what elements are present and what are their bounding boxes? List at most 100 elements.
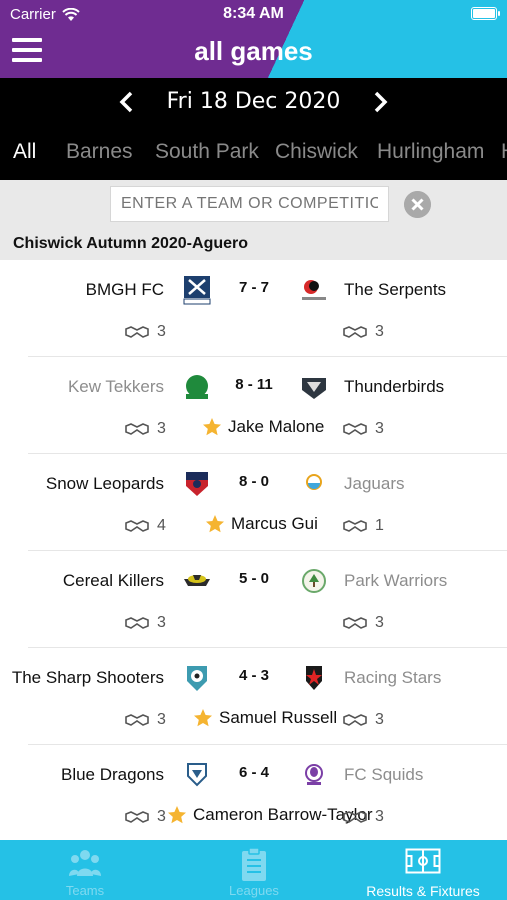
handshake-value: 3 xyxy=(157,614,166,631)
home-handshake-count: 3 xyxy=(125,420,166,438)
mvp-name: Marcus Gui xyxy=(231,514,318,533)
kew-tekkers-crest-icon xyxy=(186,375,208,399)
handshake-icon xyxy=(125,326,149,338)
away-team: The Serpents xyxy=(344,280,447,299)
star-icon xyxy=(206,515,224,533)
handshake-icon xyxy=(125,714,149,726)
score: 8 - 0 xyxy=(238,473,269,490)
page-title: all games xyxy=(194,36,313,66)
handshake-value: 3 xyxy=(157,808,166,825)
handshake-icon xyxy=(125,811,149,823)
handshake-icon xyxy=(343,617,367,629)
home-handshake-count: 3 xyxy=(125,711,166,729)
bottom-tab-bar: Teams Leagues Results & Fixtures xyxy=(0,840,507,900)
tab-barnes[interactable]: Barnes xyxy=(66,140,133,164)
home-team: Snow Leopards xyxy=(45,474,164,493)
serpents-crest-icon xyxy=(302,280,326,300)
score: 6 - 4 xyxy=(238,764,269,781)
home-team: Cereal Killers xyxy=(62,571,164,590)
score: 5 - 0 xyxy=(238,570,269,587)
match-row[interactable]: The Sharp Shooters 4 - 3 Racing Stars 3 … xyxy=(0,648,507,745)
thunderbirds-crest-icon xyxy=(302,378,326,399)
status-bar: Carrier 8:34 AM xyxy=(0,0,507,28)
away-handshake-count: 3 xyxy=(343,614,384,632)
jaguars-crest-icon xyxy=(306,474,322,490)
handshake-value: 3 xyxy=(375,711,384,728)
home-team: Kew Tekkers xyxy=(67,377,164,396)
star-icon xyxy=(168,806,186,824)
cereal-killers-crest-icon xyxy=(184,575,210,586)
home-team: The Sharp Shooters xyxy=(11,668,164,687)
away-team: Jaguars xyxy=(344,474,405,493)
home-handshake-count: 3 xyxy=(125,323,166,341)
nav-results-fixtures[interactable]: Results & Fixtures xyxy=(362,840,484,900)
next-date-button[interactable] xyxy=(368,90,392,114)
nav-teams-label: Teams xyxy=(65,883,105,898)
home-team: BMGH FC xyxy=(85,280,164,299)
home-handshake-count: 3 xyxy=(125,614,166,632)
current-date: Fri 18 Dec 2020 xyxy=(166,89,341,114)
competition-header: Chiswick Autumn 2020-Aguero xyxy=(0,228,507,260)
handshake-value: 3 xyxy=(157,420,166,437)
handshake-value: 3 xyxy=(375,323,384,340)
handshake-value: 3 xyxy=(375,808,384,825)
away-handshake-count: 1 xyxy=(343,517,384,535)
handshake-icon xyxy=(125,617,149,629)
score: 8 - 11 xyxy=(235,376,273,393)
tab-hurlingham[interactable]: Hurlingham xyxy=(377,140,484,164)
handshake-value: 3 xyxy=(375,614,384,631)
snow-leopards-crest-icon xyxy=(186,472,208,496)
clear-search-icon[interactable] xyxy=(404,191,431,218)
mvp-name: Jake Malone xyxy=(228,417,325,436)
nav-teams[interactable]: Teams xyxy=(35,840,135,900)
man-of-match: Marcus Gui xyxy=(205,514,318,534)
tab-south-park[interactable]: South Park xyxy=(155,140,259,164)
handshake-icon xyxy=(125,423,149,435)
man-of-match: Cameron Barrow-Taylor xyxy=(167,805,373,825)
nav-results-label: Results & Fixtures xyxy=(366,883,480,899)
handshake-value: 4 xyxy=(157,517,166,534)
handshake-value: 3 xyxy=(157,323,166,340)
date-navigator: Fri 18 Dec 2020 xyxy=(0,78,507,128)
search-input[interactable] xyxy=(110,186,389,222)
handshake-value: 1 xyxy=(375,517,384,534)
handshake-icon xyxy=(343,423,367,435)
match-row[interactable]: BMGH FC 7 - 7 The Serpents 3 3 xyxy=(0,260,507,357)
bmgh-crest-icon xyxy=(183,276,211,305)
tab-overflow[interactable]: H xyxy=(501,140,507,164)
score: 7 - 7 xyxy=(238,279,269,296)
header: Carrier 8:34 AM all games xyxy=(0,0,507,78)
tab-chiswick[interactable]: Chiswick xyxy=(275,140,358,164)
blue-dragons-crest-icon xyxy=(187,763,207,787)
sharp-shooters-crest-icon xyxy=(187,666,207,691)
nav-leagues[interactable]: Leagues xyxy=(204,840,304,900)
match-row[interactable]: Blue Dragons 6 - 4 FC Squids 3 Cameron B… xyxy=(0,745,507,842)
match-row[interactable]: Kew Tekkers 8 - 11 Thunderbirds 3 Jake M… xyxy=(0,357,507,454)
match-row[interactable]: Cereal Killers 5 - 0 Park Warriors 3 3 xyxy=(0,551,507,648)
away-team: Racing Stars xyxy=(344,668,442,687)
handshake-value: 3 xyxy=(375,420,384,437)
home-handshake-count: 3 xyxy=(125,808,166,826)
location-tabs: All Barnes South Park Chiswick Hurlingha… xyxy=(0,128,507,180)
nav-leagues-label: Leagues xyxy=(229,883,279,898)
away-team: Park Warriors xyxy=(344,571,448,590)
pitch-icon xyxy=(405,848,441,874)
handshake-icon xyxy=(343,326,367,338)
home-handshake-count: 4 xyxy=(125,517,166,535)
handshake-value: 3 xyxy=(157,711,166,728)
tab-all[interactable]: All xyxy=(13,140,36,164)
battery-icon xyxy=(471,7,500,20)
away-handshake-count: 3 xyxy=(343,420,384,438)
man-of-match: Samuel Russell xyxy=(193,708,337,728)
leagues-icon xyxy=(242,848,266,881)
clock: 8:34 AM xyxy=(223,5,284,22)
mvp-name: Samuel Russell xyxy=(219,708,338,727)
match-row[interactable]: Snow Leopards 8 - 0 Jaguars 4 Marcus Gui… xyxy=(0,454,507,551)
handshake-icon xyxy=(125,520,149,532)
score: 4 - 3 xyxy=(238,667,269,684)
handshake-icon xyxy=(343,811,367,823)
teams-icon xyxy=(69,850,101,876)
search-bar xyxy=(0,180,507,228)
handshake-icon xyxy=(343,520,367,532)
competition-title: Chiswick Autumn 2020-Aguero xyxy=(13,235,249,252)
